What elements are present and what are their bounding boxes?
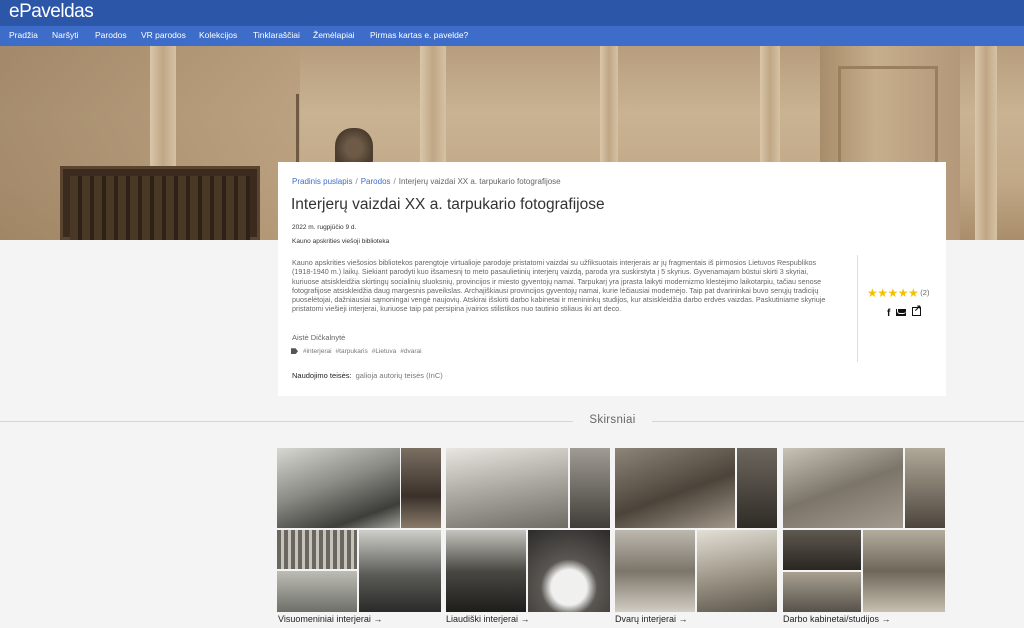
exhibition-description: Kauno apskrities viešosios bibliotekos p… (292, 258, 826, 314)
tag-tarpukaris[interactable]: #tarpukaris (336, 348, 368, 355)
rating-count: (2) (920, 288, 930, 297)
section-photo (570, 448, 610, 528)
section-photo (446, 448, 568, 528)
breadcrumb: Pradinis puslapis / Parodos / Interjerų vaiz… (292, 177, 561, 186)
section-photo (863, 530, 945, 612)
usage-rights: Naudojimo teisės: galioja autorių teisės … (292, 371, 443, 380)
breadcrumb-current: Interjerų vaizdai XX a. tarpukario fotog… (398, 177, 561, 186)
star-icon[interactable]: ★★★★★ (867, 286, 919, 300)
breadcrumb-home[interactable]: Pradinis puslapis (292, 177, 352, 186)
section-link-liaudiski[interactable]: Liaudiški interjerai → (446, 614, 530, 624)
section-photo (528, 530, 610, 612)
divider (0, 421, 573, 422)
usage-rights-label: Naudojimo teisės: (292, 371, 352, 380)
section-link-darbo-kabinetai[interactable]: Darbo kabinetai/studijos → (783, 614, 891, 624)
sections-heading: Skirsniai (589, 414, 636, 426)
tag-list: #interjerai #tarpukaris #Lietuva #dvarai (291, 348, 426, 355)
section-photo (401, 448, 441, 528)
section-photo (905, 448, 945, 528)
top-bar: ePaveldas (0, 0, 1024, 26)
section-photo (359, 530, 441, 612)
section-photo (277, 530, 357, 569)
section-photo (783, 448, 903, 528)
page-title: Interjerų vaizdai XX a. tarpukario fotog… (291, 196, 605, 213)
divider (652, 421, 1024, 422)
breadcrumb-separator: / (355, 177, 358, 186)
main-nav: Pradžia Naršyti Parodos VR parodos Kolek… (0, 26, 1024, 46)
nav-item-pirmas-kartas[interactable]: Pirmas kartas e. pavelde? (370, 30, 468, 40)
usage-rights-value: galioja autorių teisės (InC) (355, 371, 443, 380)
exhibition-date: 2022 m. rugpjūčio 9 d. (292, 224, 357, 231)
exhibition-card: Pradinis puslapis / Parodos / Interjerų vaiz… (278, 162, 946, 396)
breadcrumb-exhibitions[interactable]: Parodos (361, 177, 391, 186)
section-photo (737, 448, 777, 528)
section-photo (277, 571, 357, 612)
section-link-dvaru[interactable]: Dvarų interjerai → (615, 614, 688, 624)
external-link-icon[interactable] (911, 303, 921, 316)
tag-dvarai[interactable]: #dvarai (400, 348, 421, 355)
nav-item-narsyti[interactable]: Naršyti (52, 30, 78, 40)
nav-item-pradzia[interactable]: Pradžia (9, 30, 38, 40)
section-photo (277, 448, 400, 528)
rating[interactable]: ★★★★★ (2) (867, 286, 929, 300)
envelope-icon[interactable] (896, 309, 907, 316)
section-photo (783, 572, 861, 612)
section-photo (615, 448, 735, 528)
nav-item-tinklarasciai[interactable]: Tinklaraščiai (253, 30, 300, 40)
nav-item-zemelapiai[interactable]: Žemėlapiai (313, 30, 355, 40)
facebook-icon[interactable]: f (887, 308, 890, 319)
tag-icon (291, 348, 298, 355)
share-links: f (887, 303, 924, 319)
site-logo[interactable]: ePaveldas (9, 1, 94, 23)
nav-item-parodos[interactable]: Parodos (95, 30, 127, 40)
divider (857, 255, 858, 362)
author-name: Aistė Dičkalnytė (292, 333, 346, 342)
nav-item-vr-parodos[interactable]: VR parodos (141, 30, 186, 40)
tag-lietuva[interactable]: #Lietuva (372, 348, 397, 355)
organization-name: Kauno apskrities viešoji biblioteka (292, 238, 390, 245)
breadcrumb-separator: / (393, 177, 396, 186)
nav-item-kolekcijos[interactable]: Kolekcijos (199, 30, 237, 40)
section-link-visuomeniniai[interactable]: Visuomeniniai interjerai → (278, 614, 382, 624)
section-photo (446, 530, 526, 612)
tag-interjerai[interactable]: #interjerai (303, 348, 332, 355)
section-photo (615, 530, 695, 612)
section-photo (697, 530, 777, 612)
section-photo (783, 530, 861, 570)
